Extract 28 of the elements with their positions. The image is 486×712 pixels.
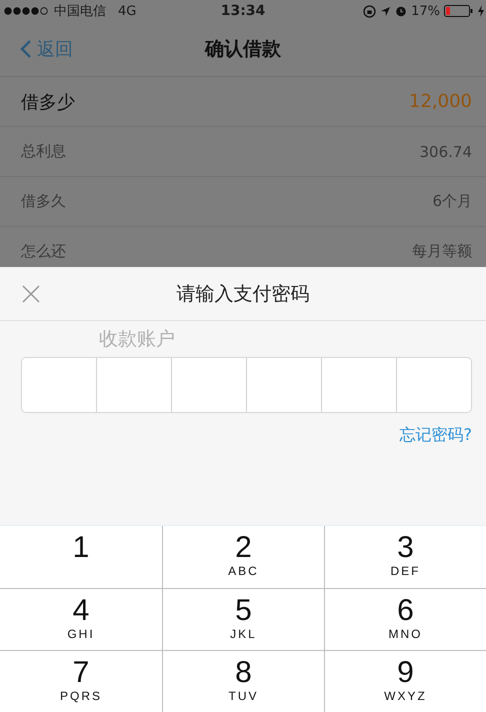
keypad-key[interactable]: 5 JKL: [162, 588, 324, 650]
password-field[interactable]: [21, 357, 472, 413]
row-label: 怎么还: [21, 242, 66, 261]
row-label: 借多少: [21, 90, 75, 114]
row-label: 总利息: [21, 142, 66, 161]
alarm-clock-icon: [395, 5, 408, 17]
keypad-key[interactable]: 8 TUV: [162, 650, 324, 712]
account-label: 收款账户: [99, 327, 175, 352]
location-arrow-icon: [380, 6, 392, 16]
keypad-key[interactable]: 6 MNO: [324, 588, 486, 650]
row-value: 12,000: [409, 91, 472, 112]
sheet-title: 请输入支付密码: [176, 282, 310, 306]
rotation-lock-icon: [363, 4, 376, 18]
row-value: 每月等额: [412, 242, 472, 261]
chevron-left-icon: [20, 39, 32, 59]
battery-percent: 17%: [411, 4, 440, 18]
charging-bolt-icon: [478, 5, 484, 17]
row-label: 借多久: [21, 192, 66, 211]
battery-icon: [444, 5, 474, 17]
network-type: 4G: [118, 4, 136, 18]
row-value: 6个月: [432, 192, 472, 211]
signal-icon: [4, 7, 50, 15]
row-value: 306.74: [420, 142, 472, 160]
clock-time: 13:34: [220, 3, 266, 19]
page-title: 确认借款: [205, 37, 281, 62]
keypad-key[interactable]: 9 WXYZ: [324, 650, 486, 712]
close-icon[interactable]: [21, 284, 41, 304]
carrier-name: 中国电信: [54, 3, 106, 20]
